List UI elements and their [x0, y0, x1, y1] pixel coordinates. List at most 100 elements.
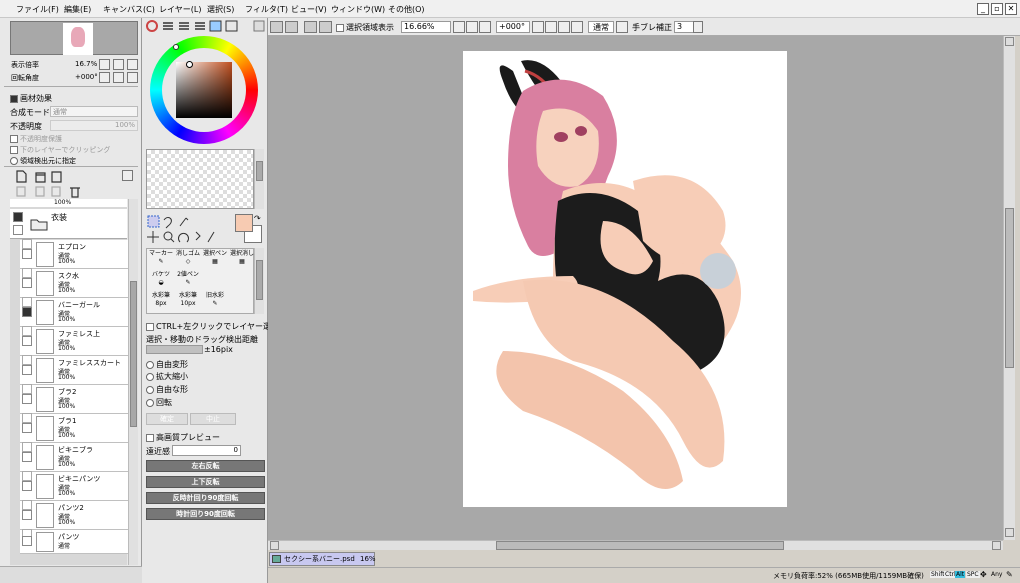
brush-eraser[interactable]: 消しゴム ◇ — [175, 250, 201, 268]
protect-opacity-checkbox[interactable] — [10, 135, 18, 143]
selection-display-row[interactable]: 選択領域表示 — [336, 22, 394, 33]
scratchpad-scrollbar[interactable] — [254, 149, 264, 209]
opacity-slider[interactable]: 100% — [50, 120, 138, 131]
scroll-thumb[interactable] — [256, 161, 263, 181]
eye-icon[interactable] — [22, 365, 32, 375]
layer-row[interactable]: スク水 通常 100% — [20, 268, 128, 298]
detect-row[interactable]: 領域検出元に指定 — [10, 156, 76, 166]
scroll-right-icon[interactable] — [992, 541, 1001, 550]
radio-rotate[interactable] — [146, 398, 154, 407]
canvas-tab[interactable]: セクシー系バニー.psd 16% — [269, 552, 376, 566]
view-mode-icon[interactable] — [616, 21, 628, 33]
rotate-ccw-icon[interactable] — [532, 21, 544, 33]
menu-layer[interactable]: レイヤー(L) — [159, 4, 201, 15]
zoom-combo[interactable]: 16.66% — [401, 21, 451, 33]
rotate-reset-icon[interactable] — [558, 21, 570, 33]
radio-free[interactable] — [146, 360, 154, 369]
brush-watercolor-8[interactable]: 水彩筆 8px — [148, 292, 174, 314]
eye-icon[interactable] — [13, 212, 23, 222]
rotate-cw-icon[interactable] — [545, 21, 557, 33]
scroll-up-icon[interactable] — [1005, 37, 1014, 46]
radio-freeform[interactable] — [146, 385, 154, 394]
flip-view-icon[interactable] — [571, 21, 583, 33]
brush-scrollbar[interactable] — [254, 248, 264, 314]
cancel-button[interactable]: 中止 — [190, 413, 236, 425]
transform-freeform[interactable]: 自由な形 — [146, 384, 188, 395]
layer-row[interactable]: パンツ 通常 — [20, 529, 128, 554]
layer-row[interactable]: エプロン 通常 100% — [20, 239, 128, 269]
eye-icon[interactable] — [22, 423, 32, 433]
ctrl-select-row[interactable]: CTRL+左クリックでレイヤー選択 — [146, 321, 279, 332]
lock-icon[interactable] — [22, 268, 32, 278]
brush-bucket[interactable]: バケツ ◒ — [148, 271, 174, 289]
brush-select-eraser[interactable]: 選択消し ▦ — [229, 250, 255, 268]
lock-icon[interactable] — [22, 413, 32, 423]
menu-canvas[interactable]: キャンバス(C) — [103, 4, 155, 15]
menu-window[interactable]: ウィンドウ(W) — [331, 4, 385, 15]
distance-input[interactable]: 0 — [172, 445, 241, 456]
material-toggle-icon[interactable] — [10, 94, 18, 103]
menu-other[interactable]: その他(O) — [388, 4, 425, 15]
angle-combo[interactable]: +000° — [496, 21, 530, 33]
eye-icon[interactable] — [22, 336, 32, 346]
ok-button[interactable]: 確定 — [146, 413, 188, 425]
swap-color-icon[interactable]: ↷ — [254, 214, 261, 223]
rotate-right-button[interactable] — [113, 72, 124, 83]
rotate-cw-button[interactable]: 時計回り90度回転 — [146, 508, 265, 520]
sv-cursor-icon[interactable] — [186, 61, 193, 68]
transform-rotate[interactable]: 回転 — [146, 397, 172, 408]
scroll-thumb[interactable] — [256, 260, 263, 300]
eye-icon[interactable] — [22, 510, 32, 520]
color-wheel[interactable] — [148, 35, 260, 145]
lock-icon[interactable] — [22, 471, 32, 481]
clipping-checkbox[interactable] — [10, 146, 18, 154]
layer-row[interactable]: ファミレススカート 通常 100% — [20, 355, 128, 385]
eye-icon[interactable] — [22, 481, 32, 491]
scroll-left-icon[interactable] — [270, 541, 279, 550]
radio-scale[interactable] — [146, 372, 154, 381]
scroll-down-icon[interactable] — [1005, 528, 1014, 537]
select-all-button[interactable] — [304, 21, 317, 33]
brush-marker[interactable]: マーカー ✎ — [148, 250, 174, 268]
ctrl-select-checkbox[interactable] — [146, 322, 154, 331]
zoom-fit-button[interactable] — [479, 21, 491, 33]
eye-icon[interactable] — [22, 394, 32, 404]
layer-scrollbar[interactable] — [128, 199, 138, 565]
layer-row[interactable]: ファミレス上 通常 100% — [20, 326, 128, 356]
vscroll-thumb[interactable] — [1005, 208, 1014, 368]
layer-panel-menu-button[interactable] — [122, 170, 133, 181]
canvas-vscroll[interactable] — [1003, 36, 1015, 540]
zoom-in-button[interactable] — [113, 59, 124, 70]
sv-square[interactable] — [176, 62, 232, 118]
eye-icon[interactable] — [22, 452, 32, 462]
brush-binary-pen[interactable]: 2値ペン ✎ — [175, 271, 201, 289]
canvas-paper[interactable] — [463, 51, 787, 507]
menu-view[interactable]: ビュー(V) — [291, 4, 327, 15]
rotate-left-button[interactable] — [99, 72, 110, 83]
brush-select-pen[interactable]: 選択ペン ▦ — [202, 250, 228, 268]
lock-icon[interactable] — [13, 225, 23, 235]
eye-icon[interactable] — [22, 307, 32, 317]
zoom-reset-button[interactable] — [127, 59, 138, 70]
deselect-all-button[interactable] — [319, 21, 332, 33]
eye-icon[interactable] — [22, 278, 32, 288]
canvas-hscroll[interactable] — [268, 540, 1003, 550]
zoom-plus-button[interactable] — [466, 21, 478, 33]
minimize-icon[interactable]: _ — [977, 3, 989, 15]
menu-select[interactable]: 選択(S) — [207, 4, 234, 15]
close-icon[interactable]: ✕ — [1005, 3, 1017, 15]
navigator-preview[interactable] — [10, 21, 138, 55]
lock-icon[interactable] — [22, 355, 32, 365]
clipping-row[interactable]: 下のレイヤーでクリッピング — [10, 145, 110, 155]
hq-preview-row[interactable]: 高画質プレビュー — [146, 432, 220, 443]
layer-row[interactable]: ブラ1 通常 100% — [20, 413, 128, 443]
blend-select[interactable]: 通常 — [50, 106, 138, 117]
transform-scale[interactable]: 拡大縮小 — [146, 371, 188, 382]
invert-selection-button[interactable] — [285, 21, 298, 33]
hscroll-thumb[interactable] — [496, 541, 784, 550]
rotate-reset-button[interactable] — [127, 72, 138, 83]
menu-filter[interactable]: フィルタ(T) — [245, 4, 288, 15]
zoom-minus-button[interactable] — [453, 21, 465, 33]
detect-checkbox[interactable] — [10, 157, 18, 165]
layer-row[interactable]: ビキニブラ 通常 100% — [20, 442, 128, 472]
